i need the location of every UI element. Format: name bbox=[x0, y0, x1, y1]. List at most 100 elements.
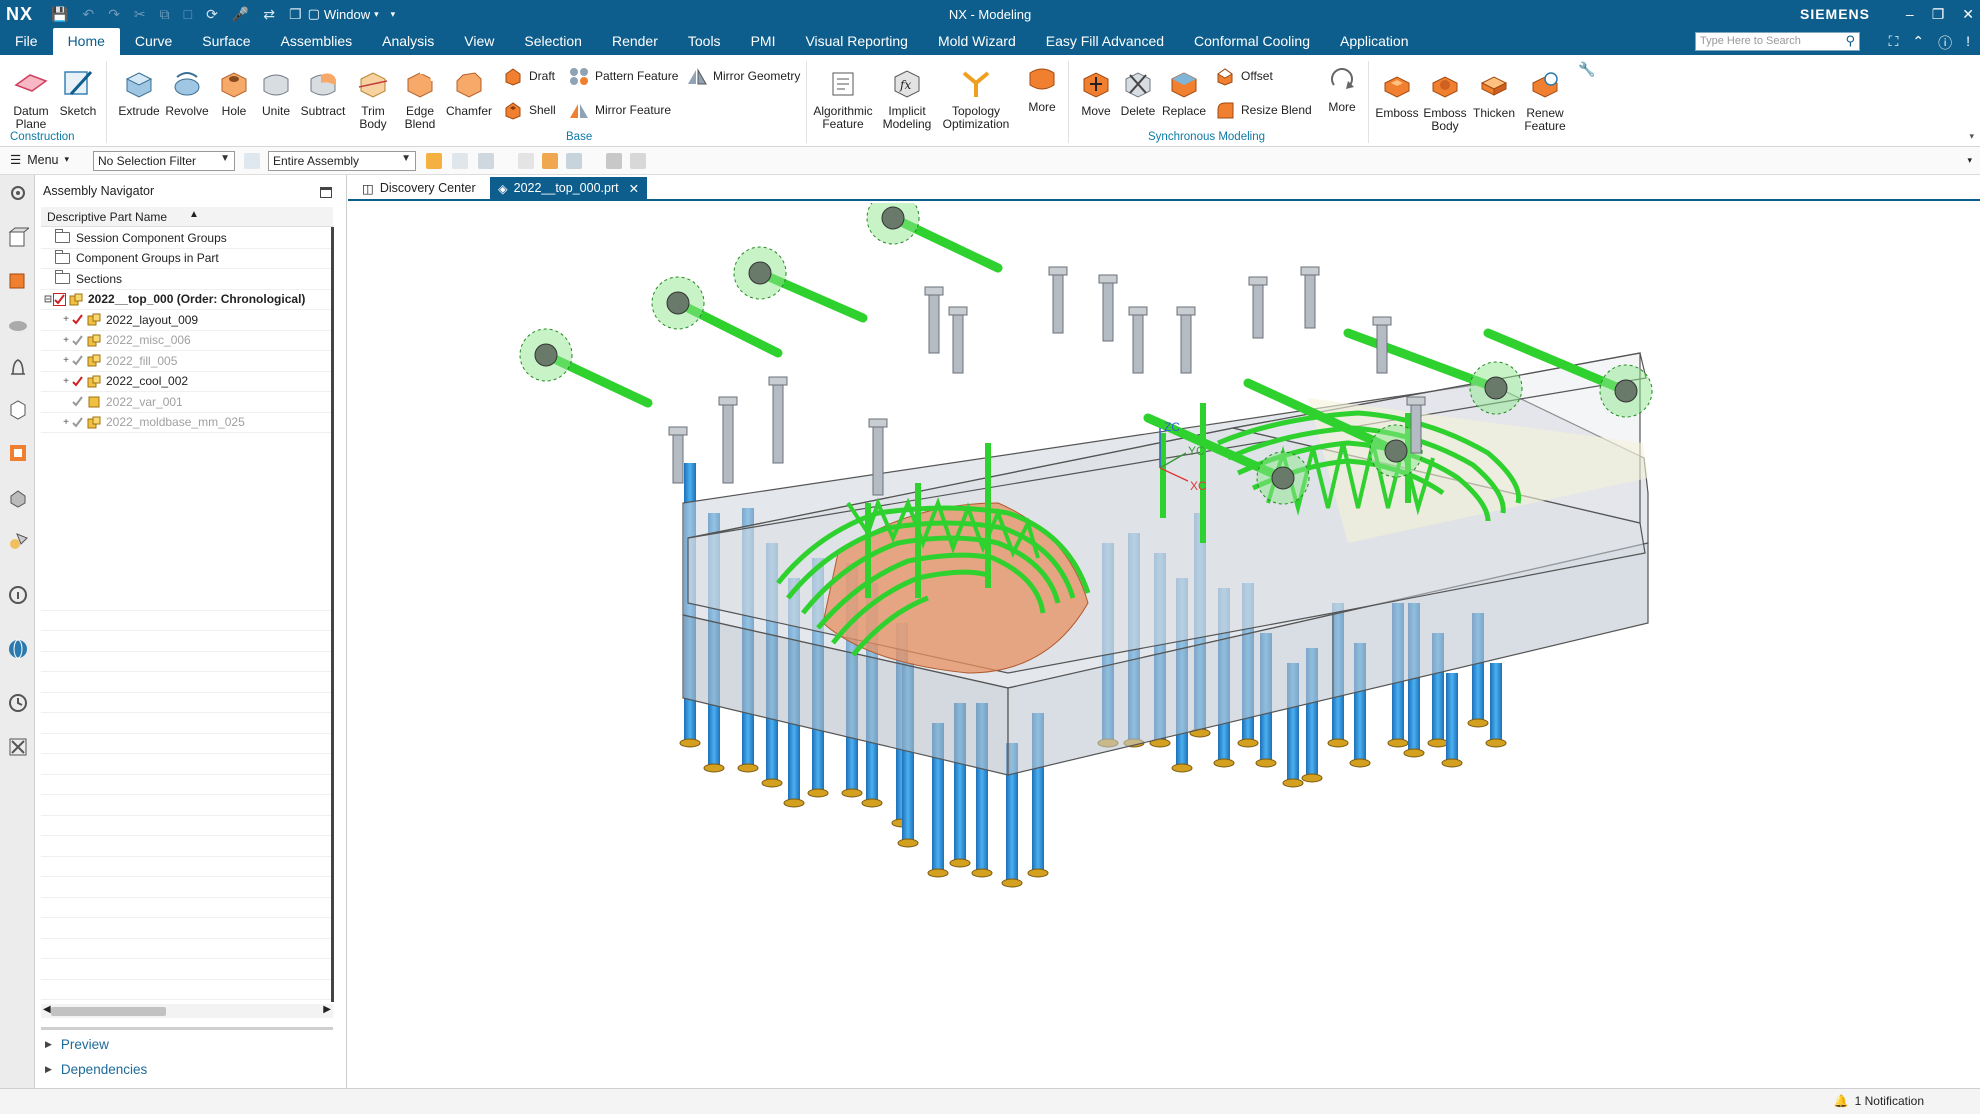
tab-pmi[interactable]: PMI bbox=[736, 28, 791, 55]
assembly-navigator-icon[interactable] bbox=[6, 225, 30, 249]
select-bodies-icon[interactable] bbox=[542, 153, 558, 169]
collapse-icon[interactable]: ⊟ bbox=[43, 294, 53, 305]
algorithmic-feature-button[interactable]: Algorithmic Feature bbox=[810, 65, 876, 131]
tab-discovery-center[interactable]: ◫ Discovery Center bbox=[354, 177, 484, 199]
tab-assemblies[interactable]: Assemblies bbox=[266, 28, 368, 55]
move-face-button[interactable]: Move bbox=[1076, 65, 1116, 118]
minimize-icon[interactable]: – bbox=[1906, 6, 1914, 23]
subtract-button[interactable]: Subtract bbox=[298, 65, 348, 118]
ribbon-options-icon[interactable]: ▾ bbox=[1969, 131, 1974, 142]
tab-application[interactable]: Application bbox=[1325, 28, 1424, 55]
resize-blend-button[interactable]: Resize Blend bbox=[1214, 99, 1312, 121]
tab-conformal-cooling[interactable]: Conformal Cooling bbox=[1179, 28, 1325, 55]
tab-file[interactable]: File bbox=[0, 28, 53, 55]
selection-intent-icon[interactable] bbox=[566, 153, 582, 169]
filter-reset-icon[interactable] bbox=[244, 153, 260, 169]
chamfer-button[interactable]: Chamfer bbox=[444, 65, 494, 118]
checkmark-icon[interactable] bbox=[71, 334, 84, 347]
pattern-feature-button[interactable]: Pattern Feature bbox=[568, 65, 678, 87]
checkmark-icon[interactable] bbox=[71, 395, 84, 408]
expand-icon[interactable]: + bbox=[61, 355, 71, 366]
delete-face-button[interactable]: Delete bbox=[1118, 65, 1158, 118]
tools-icon[interactable] bbox=[6, 735, 30, 759]
maximize-panel-icon[interactable] bbox=[320, 187, 332, 198]
help-icon[interactable]: ⓘ bbox=[1938, 33, 1952, 53]
expand-icon[interactable]: + bbox=[61, 417, 71, 428]
hd3d-tools-icon[interactable] bbox=[6, 397, 30, 421]
replace-face-button[interactable]: Replace bbox=[1160, 65, 1208, 118]
tree-row[interactable]: Session Component Groups bbox=[41, 228, 333, 249]
selection-filter-select[interactable]: No Selection Filter ▼ bbox=[93, 151, 235, 171]
select-faces-icon[interactable] bbox=[452, 153, 468, 169]
tree-row[interactable]: + 2022_layout_009 bbox=[41, 310, 333, 331]
sort-ascending-icon[interactable]: ▲ bbox=[189, 209, 199, 220]
scroll-left-icon[interactable]: ◀ bbox=[43, 1004, 51, 1015]
clock-icon[interactable] bbox=[6, 691, 30, 715]
copy-icon[interactable]: ⧉ bbox=[160, 6, 170, 23]
tree-row[interactable]: Sections bbox=[41, 269, 333, 290]
cut-icon[interactable]: ✂ bbox=[134, 6, 146, 23]
toolbar-options-icon[interactable]: ▾ bbox=[1967, 155, 1972, 166]
scrollbar-thumb[interactable] bbox=[51, 1007, 166, 1016]
window-menu[interactable]: ▢ Window ▾ ▾ bbox=[308, 6, 396, 22]
checkbox-checked-icon[interactable] bbox=[53, 292, 66, 306]
collapse-ribbon-icon[interactable]: ⌃ bbox=[1912, 33, 1924, 53]
part-navigator-icon[interactable] bbox=[6, 311, 30, 335]
datum-plane-button[interactable]: Datum Plane bbox=[10, 65, 52, 131]
save-icon[interactable]: 💾 bbox=[51, 6, 68, 23]
tree-row[interactable]: + 2022_misc_006 bbox=[41, 331, 333, 351]
menu-button[interactable]: ☰ Menu ▾ bbox=[10, 152, 69, 168]
customize-icon[interactable]: ▾ bbox=[391, 9, 396, 20]
tree-row[interactable]: 2022_var_001 bbox=[41, 392, 333, 413]
tree-row[interactable]: + 2022_moldbase_mm_025 bbox=[41, 413, 333, 433]
constraint-navigator-icon[interactable] bbox=[6, 267, 30, 291]
tree-row[interactable]: + 2022_cool_002 bbox=[41, 372, 333, 392]
tab-curve[interactable]: Curve bbox=[120, 28, 187, 55]
close-tab-icon[interactable]: ✕ bbox=[629, 181, 639, 196]
touch-mode-icon[interactable]: ⇄ bbox=[263, 6, 275, 23]
scroll-right-icon[interactable]: ▶ bbox=[323, 1004, 331, 1015]
restore-icon[interactable]: ❐ bbox=[1932, 6, 1945, 23]
preview-section[interactable]: ▶ Preview bbox=[45, 1037, 109, 1052]
undo-icon[interactable]: ↶ bbox=[82, 6, 94, 23]
tab-view[interactable]: View bbox=[449, 28, 509, 55]
tab-selection[interactable]: Selection bbox=[509, 28, 597, 55]
history-icon[interactable] bbox=[6, 485, 30, 509]
expand-icon[interactable]: + bbox=[61, 376, 71, 387]
tab-surface[interactable]: Surface bbox=[187, 28, 265, 55]
checkmark-icon[interactable] bbox=[71, 313, 84, 326]
more-button-synchronous[interactable]: More bbox=[1322, 61, 1362, 114]
mirror-feature-button[interactable]: Mirror Feature bbox=[568, 99, 671, 121]
tab-tools[interactable]: Tools bbox=[673, 28, 736, 55]
renew-feature-button[interactable]: Renew Feature bbox=[1520, 67, 1570, 133]
expand-icon[interactable]: + bbox=[61, 314, 71, 325]
repeat-command-icon[interactable]: ⟳ bbox=[206, 6, 218, 23]
dependencies-section[interactable]: ▶ Dependencies bbox=[45, 1062, 147, 1077]
checkmark-icon[interactable] bbox=[71, 416, 84, 429]
mirror-geometry-button[interactable]: Mirror Geometry bbox=[686, 65, 800, 87]
expand-icon[interactable]: + bbox=[61, 335, 71, 346]
edge-blend-button[interactable]: Edge Blend bbox=[398, 65, 442, 131]
snap-point-icon[interactable] bbox=[518, 153, 534, 169]
tab-mold-wizard[interactable]: Mold Wizard bbox=[923, 28, 1031, 55]
column-header[interactable]: Descriptive Part Name ▲ bbox=[41, 207, 333, 227]
wrench-icon[interactable]: 🔧 bbox=[1578, 61, 1595, 78]
tab-visual-reporting[interactable]: Visual Reporting bbox=[790, 28, 922, 55]
tab-analysis[interactable]: Analysis bbox=[367, 28, 449, 55]
extrude-button[interactable]: Extrude bbox=[116, 65, 162, 118]
tab-easy-fill-advanced[interactable]: Easy Fill Advanced bbox=[1031, 28, 1179, 55]
redo-icon[interactable]: ↷ bbox=[108, 6, 120, 23]
microphone-icon[interactable]: 🎤 bbox=[232, 6, 249, 23]
select-features-icon[interactable] bbox=[426, 153, 442, 169]
globe-icon[interactable] bbox=[6, 637, 30, 661]
checkmark-icon[interactable] bbox=[71, 375, 84, 388]
tab-part-file[interactable]: ◈ 2022__top_000.prt ✕ bbox=[490, 177, 648, 199]
show-all-icon[interactable] bbox=[630, 153, 646, 169]
unite-button[interactable]: Unite bbox=[256, 65, 296, 118]
alert-icon[interactable]: ! bbox=[1966, 33, 1970, 53]
horizontal-scrollbar[interactable]: ◀ ▶ bbox=[41, 1004, 333, 1018]
checkmark-icon[interactable] bbox=[71, 354, 84, 367]
notification-button[interactable]: 🔔 1 Notification bbox=[1834, 1094, 1924, 1108]
revolve-button[interactable]: Revolve bbox=[164, 65, 210, 118]
tree-row-root[interactable]: ⊟ 2022__top_000 (Order: Chronological) bbox=[41, 290, 333, 310]
